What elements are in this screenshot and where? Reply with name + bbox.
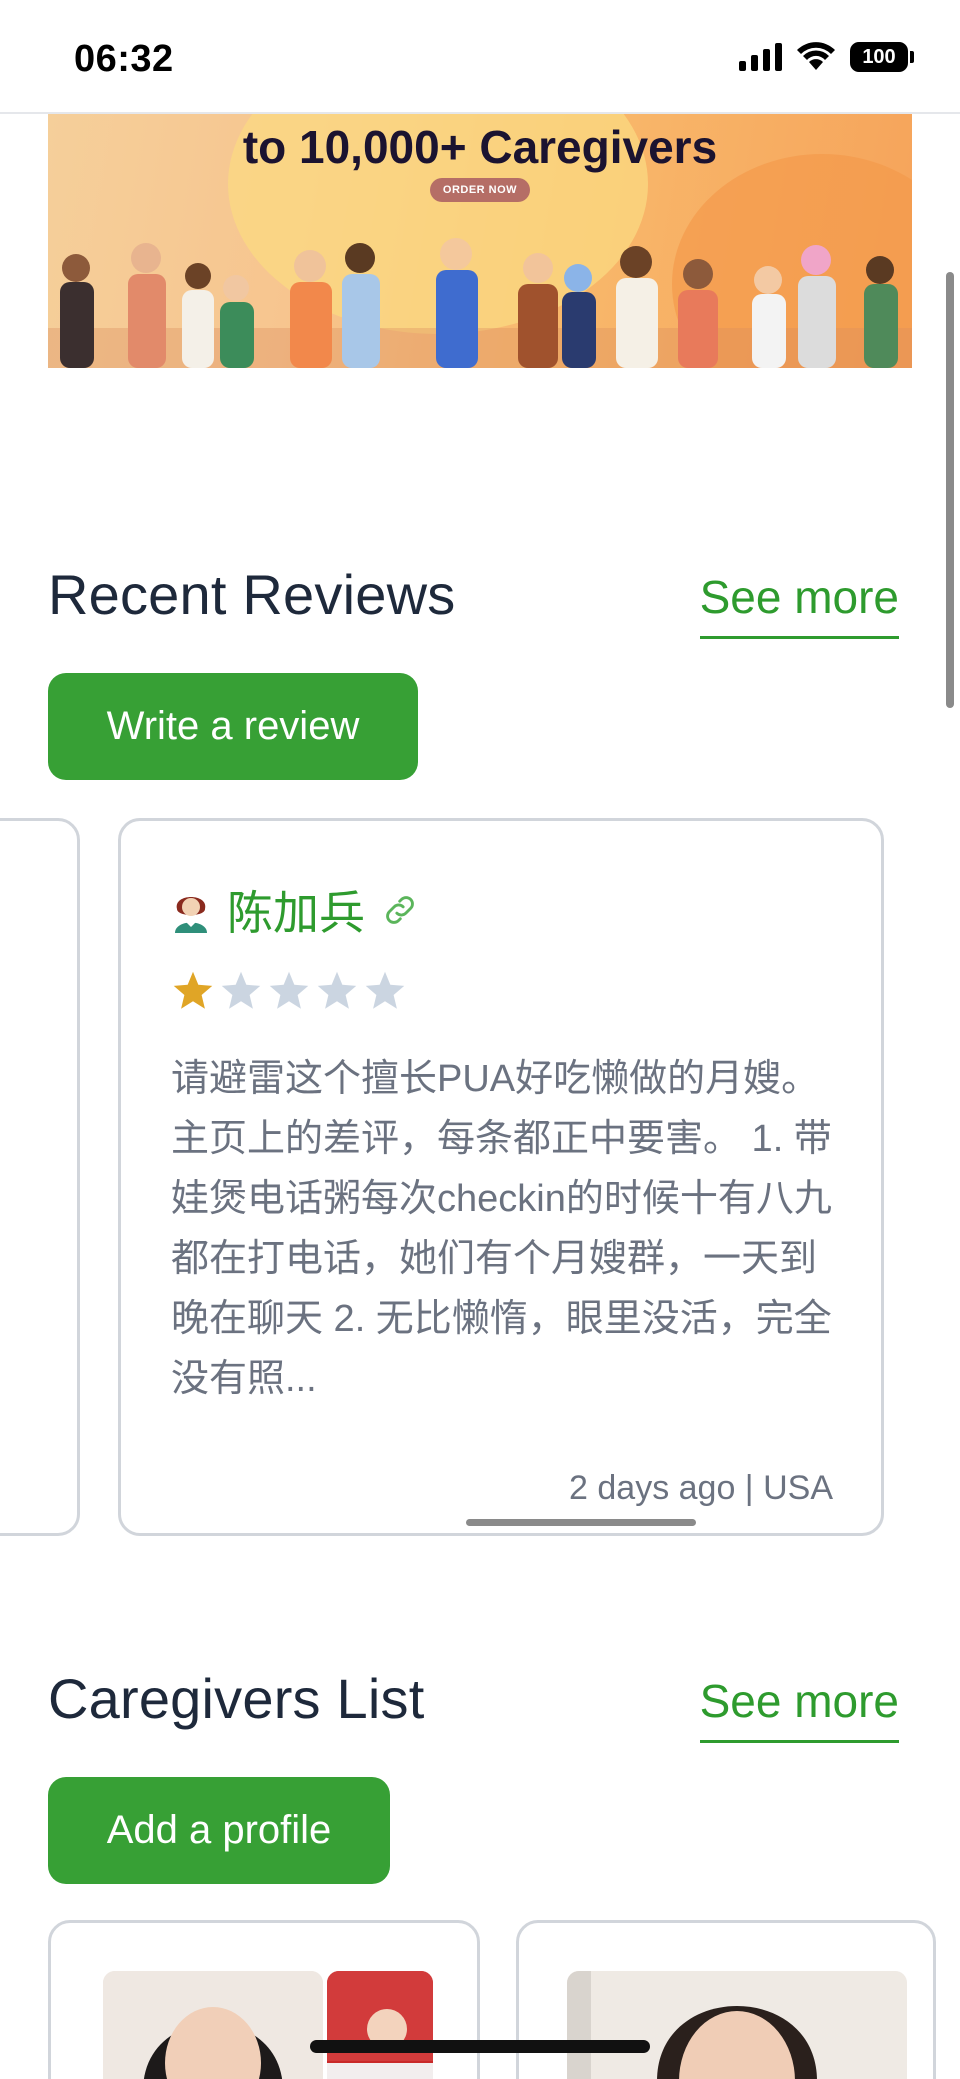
reviewer[interactable]: 陈加兵 [171, 877, 419, 943]
status-bar: 06:32 100 [0, 0, 960, 114]
order-now-button[interactable]: ORDER NOW [430, 178, 530, 202]
star-empty-icon [317, 971, 357, 1009]
wifi-icon [797, 42, 835, 70]
write-review-button[interactable]: Write a review [48, 673, 418, 780]
battery-icon: 100 [850, 42, 914, 72]
reviewer-name[interactable]: 陈加兵 [227, 877, 365, 943]
status-icons: 100 [739, 42, 914, 72]
caregivers-list-title: Caregivers List [48, 1667, 425, 1730]
star-empty-icon [221, 971, 261, 1009]
star-filled-icon [173, 971, 213, 1009]
caregivers-see-more-link[interactable]: See more [699, 1674, 899, 1743]
avatar-icon [175, 897, 207, 933]
reviews-carousel-scrollbar[interactable] [466, 1519, 696, 1526]
battery-level: 100 [850, 42, 908, 72]
caregiver-photo-2 [327, 1971, 433, 2079]
caregiver-card[interactable] [516, 1920, 936, 2079]
home-indicator[interactable] [310, 2040, 650, 2053]
add-profile-button[interactable]: Add a profile [48, 1777, 390, 1884]
caregiver-card[interactable] [48, 1920, 480, 2079]
reviews-see-more-link[interactable]: See more [699, 570, 899, 639]
recent-reviews-title: Recent Reviews [48, 563, 456, 626]
star-empty-icon [269, 971, 309, 1009]
caregiver-photo [103, 1971, 323, 2079]
star-rating [171, 969, 407, 1013]
caregiver-photo [567, 1971, 907, 2079]
review-card[interactable]: 陈加兵 请避雷这个擅长PUA好吃懒做的月嫂。主页上的差评，每条都正中要害。 1.… [118, 818, 884, 1536]
previous-review-card[interactable] [0, 818, 80, 1536]
review-text: 请避雷这个擅长PUA好吃懒做的月嫂。主页上的差评，每条都正中要害。 1. 带娃煲… [171, 1058, 832, 1400]
banner-title: to 10,000+ Caregivers [242, 121, 718, 173]
signal-icon [739, 43, 782, 71]
status-time: 06:32 [74, 38, 174, 80]
promo-banner[interactable]: to 10,000+ Caregivers ORDER NOW [48, 114, 912, 368]
page-scrollbar[interactable] [946, 272, 954, 708]
caregivers-illustration [48, 238, 912, 368]
link-icon[interactable] [381, 891, 419, 929]
star-empty-icon [365, 971, 405, 1009]
review-meta: 2 days ago | USA [569, 1469, 833, 1507]
